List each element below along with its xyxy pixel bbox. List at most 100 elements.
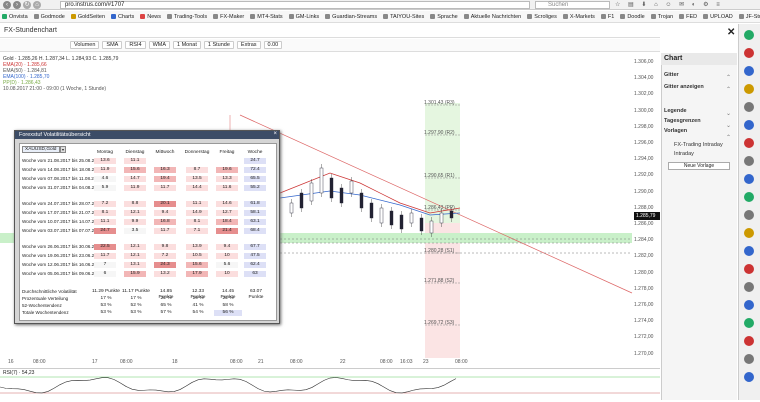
summary-cell	[242, 296, 270, 302]
x-tick-label: 21	[258, 359, 264, 365]
pivot-label: 1.271,88 (S2)	[424, 278, 455, 284]
sidebar-avatar-icon[interactable]	[744, 300, 754, 310]
bookmark-item[interactable]: News	[140, 14, 161, 20]
bookmark-item[interactable]: Godmode	[33, 14, 65, 20]
bookmark-item[interactable]: Charts	[111, 14, 134, 20]
bookmark-icon	[383, 14, 389, 19]
sidebar-avatar-icon[interactable]	[744, 102, 754, 112]
table-cell: 5.9	[94, 185, 116, 191]
toolbar-button[interactable]: 1 Stunde	[203, 41, 234, 49]
sidebar-avatar-icon[interactable]	[744, 48, 754, 58]
bookmark-item[interactable]: Doodle	[620, 14, 645, 20]
bookmark-label: JF-Studie	[745, 13, 760, 20]
side-gitter[interactable]: Gitter	[664, 72, 679, 78]
bookmark-item[interactable]: Guardian-Streams	[325, 14, 377, 20]
symbol-select[interactable]: XAUUSD,Gold	[22, 146, 60, 153]
sidebar-avatar-icon[interactable]	[744, 192, 754, 202]
bookmark-item[interactable]: TAIYOU-Sites	[383, 14, 424, 20]
toolbar-button[interactable]: WMA	[148, 41, 171, 49]
table-cell	[154, 158, 176, 164]
forward-icon[interactable]: ›	[13, 1, 21, 9]
sidebar-avatar-icon[interactable]	[744, 84, 754, 94]
sidebar-avatar-icon[interactable]	[744, 264, 754, 274]
bookmark-label: FX-Maker	[220, 13, 245, 20]
summary-cell	[242, 310, 270, 316]
toolbar-button[interactable]: 1 Monat	[173, 41, 201, 49]
summary-label: Prozentuale Verteilung	[22, 296, 69, 301]
bookmark-item[interactable]: UPLOAD	[703, 14, 733, 20]
rsi-panel[interactable]: RSI(7) · 54,23	[0, 368, 660, 400]
bookmark-item[interactable]: X-Markets	[562, 14, 595, 20]
sidebar-avatar-icon[interactable]	[744, 318, 754, 328]
y-tick-label: 1.296,00	[634, 140, 654, 146]
sidebar-avatar-icon[interactable]	[744, 210, 754, 220]
sidebar-avatar-icon[interactable]	[744, 246, 754, 256]
summary-cell: 52 %	[130, 303, 142, 308]
table-cell: 19.6	[216, 167, 238, 173]
bookmark-label: Charts	[118, 13, 135, 20]
y-tick-label: 1.288,00	[634, 204, 654, 211]
bookmark-item[interactable]: Aktuelle Nachrichten	[463, 14, 521, 20]
bookmark-item[interactable]: GM-Links	[288, 14, 319, 20]
sidebar-avatar-icon[interactable]	[744, 174, 754, 184]
search-input[interactable]: Suchen	[535, 1, 610, 9]
bookmark-item[interactable]: Trojan	[650, 14, 673, 20]
bookmark-item[interactable]: JF-Studie	[738, 13, 760, 20]
browser-action-icons[interactable]: ☆ ▤ ⬇ ⌂ ☺ ✉ ◐ ⚙ ≡	[615, 1, 723, 8]
sidebar-avatar-icon[interactable]	[744, 30, 754, 40]
back-icon[interactable]: ‹	[3, 1, 11, 9]
bookmark-icon	[562, 14, 568, 19]
side-legende[interactable]: Legende	[664, 108, 687, 114]
candle	[419, 217, 424, 232]
bookmark-item[interactable]: Onvista	[2, 14, 28, 20]
pivot-label: 1.286,43 (PP)	[424, 205, 455, 211]
bookmark-item[interactable]: FX-Maker	[213, 14, 244, 20]
toolbar-button[interactable]: Volumen	[70, 41, 100, 49]
bookmark-icon	[288, 14, 294, 19]
url-bar[interactable]: pro.instrus.com/#1707	[60, 1, 530, 9]
bookmark-item[interactable]: Sprache	[430, 14, 458, 20]
chevron-down-icon[interactable]: ▾	[60, 146, 66, 153]
reload-icon[interactable]: ↻	[23, 1, 31, 9]
table-cell: 13.2	[154, 271, 176, 277]
sidebar-avatar-icon[interactable]	[744, 282, 754, 292]
close-icon[interactable]: ✕	[727, 27, 735, 38]
bookmark-item[interactable]: Scroliges	[527, 14, 557, 20]
y-tick-label: 1.300,00	[634, 107, 654, 114]
home-icon[interactable]: ⌂	[33, 1, 41, 9]
side-vorlagen[interactable]: Vorlagen	[664, 128, 687, 134]
sidebar-avatar-icon[interactable]	[744, 228, 754, 238]
sidebar-avatar-icon[interactable]	[744, 120, 754, 130]
bookmark-item[interactable]: FED	[679, 14, 697, 20]
table-cell: 7	[94, 262, 116, 268]
table-cell: 7.1	[186, 228, 208, 234]
table-header: Mittwoch	[155, 150, 175, 155]
sidebar-avatar-icon[interactable]	[744, 156, 754, 166]
side-template-fx[interactable]: FX-Trading Intraday	[674, 142, 723, 148]
bookmark-item[interactable]: GoldSeiten	[70, 14, 105, 20]
bookmark-item[interactable]: Trading-Tools	[167, 14, 207, 20]
sidebar-avatar-icon[interactable]	[744, 138, 754, 148]
bookmark-item[interactable]: F1	[600, 14, 614, 20]
side-template-intraday[interactable]: Intraday	[674, 151, 694, 157]
table-cell: 15.6	[186, 262, 208, 268]
bookmark-label: Trading-Tools	[174, 13, 208, 20]
sidebar-avatar-icon[interactable]	[744, 354, 754, 364]
toolbar-button[interactable]: SMA	[102, 41, 123, 49]
sidebar-avatar-icon[interactable]	[744, 372, 754, 382]
candle	[359, 192, 364, 209]
dialog-close-icon[interactable]: ×	[273, 131, 277, 137]
side-chevron-icons[interactable]: ⌃ ⌃ ⌄ ⌄ ⌃	[726, 72, 731, 144]
sidebar-avatar-icon[interactable]	[744, 336, 754, 346]
bookmark-item[interactable]: MT4-Stats	[250, 14, 283, 20]
bookmark-icon	[430, 14, 436, 19]
side-gitter-anzeigen[interactable]: Gitter anzeigen	[664, 84, 704, 90]
toolbar-button[interactable]: 0.00	[263, 41, 283, 49]
toolbar-button[interactable]: Extras	[236, 41, 261, 49]
volatility-dialog[interactable]: Forexstuf Volatilitätsübersicht × XAUUSD…	[14, 130, 280, 324]
new-template-button[interactable]: Neue Vorlage	[668, 162, 730, 170]
y-tick-label: 1.274,00	[634, 318, 654, 325]
side-tagesgrenzen[interactable]: Tagesgrenzen	[664, 118, 701, 124]
sidebar-avatar-icon[interactable]	[744, 66, 754, 76]
toolbar-button[interactable]: RSI4	[125, 41, 146, 49]
